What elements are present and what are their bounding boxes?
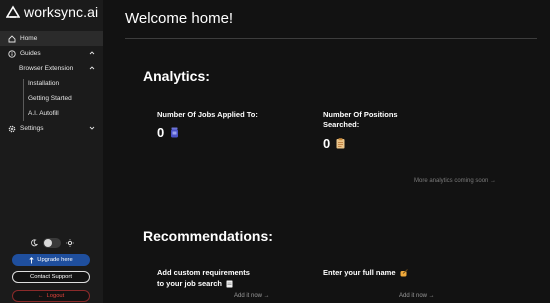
upload-icon <box>29 256 34 263</box>
sidebar-item-settings[interactable]: Settings <box>0 121 103 136</box>
home-icon <box>8 34 16 42</box>
sidebar-item-label: Installation <box>28 80 60 87</box>
document-icon <box>226 280 233 287</box>
sidebar-item-guides[interactable]: Guides <box>0 46 103 61</box>
positions-searched-label: Number Of Positions Searched: <box>323 110 398 130</box>
sidebar-item-browser-extension[interactable]: Browser Extension <box>0 61 103 76</box>
info-icon <box>8 49 16 58</box>
sidebar-nav: Home Guides Browser Extension Installati… <box>0 31 103 136</box>
upgrade-button[interactable]: Upgrade here <box>12 254 90 266</box>
gear-icon <box>8 125 16 132</box>
sidebar-item-getting-started[interactable]: Getting Started <box>0 91 103 106</box>
chevron-up-icon <box>89 66 95 70</box>
main-content: Welcome home! Analytics: Number Of Jobs … <box>103 0 550 303</box>
sun-icon <box>66 239 74 247</box>
jobs-applied-value: 0 <box>157 125 165 140</box>
more-analytics-link[interactable]: More analytics coming soon → <box>414 178 496 184</box>
sidebar-item-installation[interactable]: Installation <box>0 76 103 91</box>
rec1-line2: to your job search <box>157 279 223 288</box>
theme-toggle[interactable] <box>43 238 61 248</box>
jobs-applied-stat: 0 <box>157 125 179 140</box>
jobs-applied-label: Number Of Jobs Applied To: <box>157 110 258 119</box>
writing-hand-icon <box>400 268 408 276</box>
analytics-heading: Analytics: <box>143 68 210 84</box>
clipboard-icon <box>336 138 345 149</box>
sidebar-item-label: Home <box>20 35 38 42</box>
rec1-line1: Add custom requirements <box>157 268 250 277</box>
submenu-guide-line <box>23 79 24 121</box>
logout-label: Logout <box>46 293 65 299</box>
rec2-label: Enter your full name <box>323 268 396 277</box>
sidebar-item-label: Getting Started <box>28 95 72 102</box>
sidebar-item-label: Guides <box>20 50 41 57</box>
rec1-line2-row: to your job search <box>157 278 250 289</box>
positions-searched-value: 0 <box>323 136 331 151</box>
recommendation-full-name: Enter your full name <box>323 267 408 278</box>
page-title: Welcome home! <box>125 10 234 27</box>
sidebar-item-ai-autofill[interactable]: A.I. Autofill <box>0 106 103 121</box>
upgrade-label: Upgrade here <box>37 257 73 263</box>
logout-button[interactable]: ← Logout <box>12 290 90 302</box>
sidebar: worksync.ai Home Guides Browser Extensio… <box>0 0 103 303</box>
positions-searched-label-line1: Number Of Positions <box>323 110 398 119</box>
add-custom-requirements-link[interactable]: Add it now → <box>234 293 270 299</box>
sidebar-item-label: A.I. Autofill <box>28 110 59 117</box>
logo-icon <box>6 5 20 18</box>
moon-icon <box>31 239 38 247</box>
toggle-knob <box>44 239 52 247</box>
logout-arrow-icon: ← <box>37 293 44 299</box>
theme-switcher <box>30 238 74 248</box>
app-logo[interactable]: worksync.ai <box>6 3 98 21</box>
positions-searched-stat: 0 <box>323 136 345 151</box>
sidebar-item-label: Browser Extension <box>19 65 74 72</box>
chevron-down-icon <box>89 126 95 130</box>
contact-support-button[interactable]: Contact Support <box>12 271 90 283</box>
sidebar-item-home[interactable]: Home <box>0 31 103 46</box>
divider <box>125 38 537 39</box>
sidebar-item-label: Settings <box>20 125 44 132</box>
app-name: worksync.ai <box>24 4 99 20</box>
recommendation-custom-requirements: Add custom requirements to your job sear… <box>157 267 250 289</box>
contact-support-label: Contact Support <box>30 274 72 280</box>
jar-icon <box>171 127 179 138</box>
recommendations-heading: Recommendations: <box>143 228 273 244</box>
positions-searched-label-line2: Searched: <box>323 120 360 129</box>
chevron-up-icon <box>89 51 95 55</box>
add-full-name-link[interactable]: Add it now → <box>399 293 435 299</box>
